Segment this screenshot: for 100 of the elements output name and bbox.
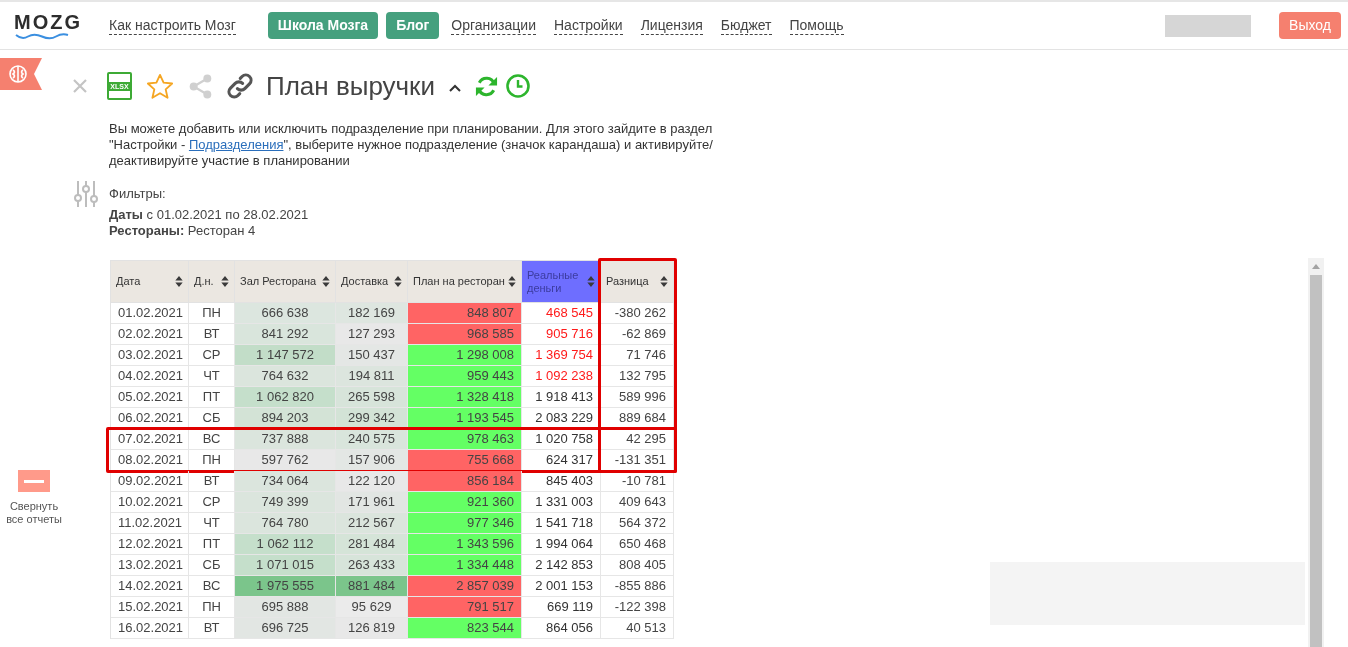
table-cell: 15.02.2021 [111, 597, 189, 618]
table-cell: -62 869 [601, 324, 674, 345]
table-cell: 597 762 [235, 450, 336, 471]
logo-text[interactable]: MOZG [14, 11, 82, 32]
filters-heading: Фильтры: [109, 186, 166, 202]
table-cell: 16.02.2021 [111, 618, 189, 639]
report-title: План выручки [266, 71, 435, 101]
table-cell: 10.02.2021 [111, 492, 189, 513]
link-icon[interactable] [227, 73, 253, 99]
nav-link[interactable]: Настройки [554, 16, 623, 35]
close-icon[interactable] [73, 79, 87, 93]
table-cell: 468 545 [522, 303, 601, 324]
refresh-icon[interactable] [475, 74, 498, 98]
table-cell: 1 071 015 [235, 555, 336, 576]
settings-link[interactable]: Подразделения [188, 137, 284, 152]
table-cell: -131 351 [601, 450, 674, 471]
column-header[interactable]: Доставка [336, 261, 408, 303]
sort-icon[interactable] [175, 276, 183, 287]
table-cell: 122 120 [336, 471, 408, 492]
column-header[interactable]: Разница [601, 261, 674, 303]
table-cell: 281 484 [336, 534, 408, 555]
table-cell: 1 062 820 [235, 387, 336, 408]
brain-tab-icon[interactable] [0, 58, 42, 90]
table-cell: 263 433 [336, 555, 408, 576]
table-cell: 08.02.2021 [111, 450, 189, 471]
sort-icon[interactable] [221, 276, 229, 287]
nav-link[interactable]: Помощь [789, 16, 844, 35]
table-cell: 299 342 [336, 408, 408, 429]
scroll-up-icon[interactable] [1312, 264, 1320, 269]
nav-link[interactable]: Бюджет [720, 16, 772, 35]
table-cell: 42 295 [601, 429, 674, 450]
wave-icon [14, 32, 70, 40]
sort-icon[interactable] [508, 276, 516, 287]
table-cell: 696 725 [235, 618, 336, 639]
table-cell: 669 119 [522, 597, 601, 618]
table-cell: 856 184 [408, 471, 522, 492]
table-cell: 194 811 [336, 366, 408, 387]
table-cell: 1 975 555 [235, 576, 336, 597]
table-cell: 791 517 [408, 597, 522, 618]
minus-icon [24, 479, 44, 483]
table-cell: 11.02.2021 [111, 513, 189, 534]
sort-icon[interactable] [660, 276, 668, 287]
table-cell: 12.02.2021 [111, 534, 189, 555]
column-header[interactable]: Дата [111, 261, 189, 303]
table-cell: 894 203 [235, 408, 336, 429]
notice-text: Вы можете добавить или исключить подразделение при планировании. Для этого зайдите в раздел "Настройки - Подразделения", выберите нужное подразделение (значок карандаша) и активируйте/деактивируйте участие в планировании [109, 121, 714, 169]
table-cell: 182 169 [336, 303, 408, 324]
table-cell: 1 343 596 [408, 534, 522, 555]
table-cell: 1 062 112 [235, 534, 336, 555]
clock-icon[interactable] [506, 74, 530, 98]
share-icon[interactable] [188, 73, 213, 99]
table-cell: 240 575 [336, 429, 408, 450]
table-cell: 171 961 [336, 492, 408, 513]
scrollbar[interactable] [1308, 258, 1324, 647]
table-cell: 968 585 [408, 324, 522, 345]
table-cell: 2 142 853 [522, 555, 601, 576]
column-header[interactable]: План на ресторан [408, 261, 522, 303]
table-cell: 150 437 [336, 345, 408, 366]
table-cell: 07.02.2021 [111, 429, 189, 450]
nav-link[interactable]: Организации [451, 16, 536, 35]
table-cell: 921 360 [408, 492, 522, 513]
table-cell: 1 328 418 [408, 387, 522, 408]
table-cell: 737 888 [235, 429, 336, 450]
table-cell: 409 643 [601, 492, 674, 513]
table-cell: 09.02.2021 [111, 471, 189, 492]
table-cell: 14.02.2021 [111, 576, 189, 597]
collapse-label: Свернуть все отчеты [5, 500, 63, 526]
table-cell: -10 781 [601, 471, 674, 492]
table-cell: 132 795 [601, 366, 674, 387]
table-cell: 1 334 448 [408, 555, 522, 576]
table-cell: 40 513 [601, 618, 674, 639]
nav-link[interactable]: Лицензия [640, 16, 703, 35]
table-cell: -380 262 [601, 303, 674, 324]
sort-icon[interactable] [322, 276, 330, 287]
table-cell: 889 684 [601, 408, 674, 429]
table-cell: 978 463 [408, 429, 522, 450]
table-cell: 127 293 [336, 324, 408, 345]
collapse-button[interactable] [18, 470, 50, 492]
table-cell: 650 468 [601, 534, 674, 555]
sort-icon[interactable] [394, 276, 402, 287]
table-cell: 1 918 413 [522, 387, 601, 408]
caret-icon[interactable] [449, 84, 461, 92]
column-header[interactable]: Д.н. [189, 261, 235, 303]
star-icon[interactable] [147, 73, 173, 99]
table-cell: 02.02.2021 [111, 324, 189, 345]
filter-line: Рестораны: Ресторан 4 [109, 223, 256, 239]
scrollbar-thumb[interactable] [1310, 275, 1322, 647]
table-cell: 2 857 039 [408, 576, 522, 597]
table-cell: 265 598 [336, 387, 408, 408]
table-cell: 03.02.2021 [111, 345, 189, 366]
table-cell: 1 331 003 [522, 492, 601, 513]
table-cell: -855 886 [601, 576, 674, 597]
table-cell: 1 369 754 [522, 345, 601, 366]
table-cell: 666 638 [235, 303, 336, 324]
table-cell: 2 083 229 [522, 408, 601, 429]
column-header[interactable]: Зал Ресторана [235, 261, 336, 303]
nav-link[interactable]: Как настроить Мозг [109, 16, 236, 35]
table-cell: 157 906 [336, 450, 408, 471]
table-cell: 2 001 153 [522, 576, 601, 597]
filter-line: Даты с 01.02.2021 по 28.02.2021 [109, 207, 309, 223]
